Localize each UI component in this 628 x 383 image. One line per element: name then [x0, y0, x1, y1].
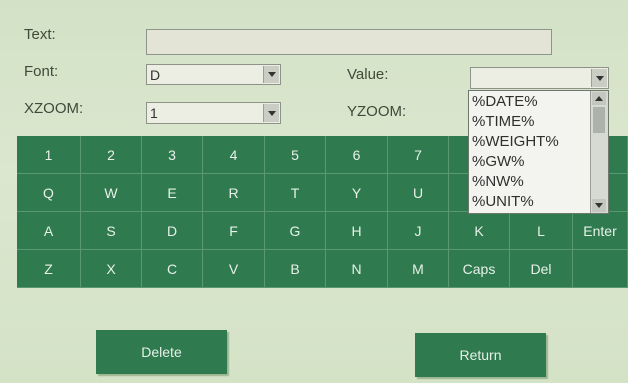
- scrollbar[interactable]: [590, 91, 608, 213]
- key-k[interactable]: K: [449, 212, 510, 250]
- yzoom-label: YZOOM:: [347, 103, 407, 120]
- key-q[interactable]: Q: [17, 174, 81, 212]
- key-x[interactable]: X: [81, 250, 142, 288]
- value-select[interactable]: [470, 67, 609, 89]
- chevron-up-icon[interactable]: [592, 92, 606, 105]
- list-item[interactable]: %NW%: [472, 173, 524, 190]
- return-button[interactable]: Return: [415, 333, 546, 377]
- list-item[interactable]: %GW%: [472, 153, 525, 170]
- key-s[interactable]: S: [81, 212, 142, 250]
- font-label: Font:: [24, 63, 59, 80]
- value-label: Value:: [347, 66, 389, 83]
- font-select[interactable]: D: [146, 64, 281, 85]
- chevron-down-icon[interactable]: [591, 69, 607, 87]
- key-l[interactable]: L: [510, 212, 573, 250]
- xzoom-label: XZOOM:: [24, 100, 84, 117]
- key-2[interactable]: 2: [81, 136, 142, 174]
- list-item[interactable]: %UNIT%: [472, 193, 534, 210]
- chevron-down-icon[interactable]: [263, 66, 279, 83]
- key-c[interactable]: C: [142, 250, 203, 288]
- key-7[interactable]: 7: [388, 136, 449, 174]
- key-1[interactable]: 1: [17, 136, 81, 174]
- key-b[interactable]: B: [265, 250, 326, 288]
- key-h[interactable]: H: [326, 212, 388, 250]
- key-z[interactable]: Z: [17, 250, 81, 288]
- key-d[interactable]: D: [142, 212, 203, 250]
- text-label: Text:: [24, 26, 56, 43]
- key-m[interactable]: M: [388, 250, 449, 288]
- key-enter[interactable]: Enter: [573, 212, 628, 250]
- screen: Text: Font: D Value: XZOOM: 1 YZOOM: 1 2…: [0, 0, 628, 383]
- scrollbar-thumb[interactable]: [593, 107, 605, 133]
- chevron-down-icon[interactable]: [592, 199, 606, 212]
- key-y[interactable]: Y: [326, 174, 388, 212]
- key-t[interactable]: T: [265, 174, 326, 212]
- key-4[interactable]: 4: [203, 136, 265, 174]
- key-v[interactable]: V: [203, 250, 265, 288]
- list-item[interactable]: %TIME%: [472, 113, 535, 130]
- list-item[interactable]: %DATE%: [472, 93, 538, 110]
- key-w[interactable]: W: [81, 174, 142, 212]
- key-3[interactable]: 3: [142, 136, 203, 174]
- key-j[interactable]: J: [388, 212, 449, 250]
- key-blank[interactable]: [573, 250, 628, 288]
- key-6[interactable]: 6: [326, 136, 388, 174]
- key-del[interactable]: Del: [510, 250, 573, 288]
- value-dropdown-list[interactable]: %DATE% %TIME% %WEIGHT% %GW% %NW% %UNIT%: [468, 90, 609, 214]
- chevron-down-icon[interactable]: [263, 104, 279, 122]
- key-u[interactable]: U: [388, 174, 449, 212]
- key-r[interactable]: R: [203, 174, 265, 212]
- key-e[interactable]: E: [142, 174, 203, 212]
- key-n[interactable]: N: [326, 250, 388, 288]
- xzoom-select[interactable]: 1: [146, 102, 281, 124]
- key-caps[interactable]: Caps: [449, 250, 510, 288]
- xzoom-select-value: 1: [150, 105, 158, 121]
- list-item[interactable]: %WEIGHT%: [472, 133, 559, 150]
- font-select-value: D: [150, 67, 161, 83]
- delete-button[interactable]: Delete: [96, 330, 227, 374]
- text-input[interactable]: [146, 29, 552, 55]
- key-a[interactable]: A: [17, 212, 81, 250]
- key-g[interactable]: G: [265, 212, 326, 250]
- key-f[interactable]: F: [203, 212, 265, 250]
- key-5[interactable]: 5: [265, 136, 326, 174]
